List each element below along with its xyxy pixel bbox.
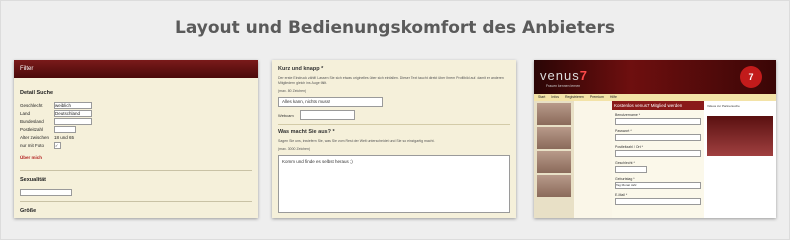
email-input[interactable]	[615, 198, 701, 205]
screenshot-filter: Filter Detail Suche Geschlecht weiblich L…	[14, 60, 258, 218]
short-hint: Der erste Eindruck zählt! Lassen Sie sic…	[278, 76, 504, 85]
member-photos	[534, 101, 574, 218]
gender-select[interactable]	[615, 166, 647, 173]
zip-input[interactable]	[54, 126, 76, 133]
gender-select[interactable]: weiblich	[54, 102, 92, 109]
nav-item[interactable]: Registrieren	[565, 94, 584, 101]
filter-row: Geschlecht weiblich	[20, 102, 252, 109]
short-title: Kurz und knapp *	[278, 66, 324, 72]
page-title: Layout und Bedienungskomfort des Anbiete…	[174, 18, 616, 38]
photo-checkbox[interactable]: ✓	[54, 142, 61, 149]
about-textarea[interactable]: Komm und finde es selbst heraus ;)	[278, 155, 510, 213]
location-input[interactable]	[615, 150, 701, 157]
state-select[interactable]	[54, 118, 92, 125]
password-input[interactable]	[615, 134, 701, 141]
about-hint: Sagen Sie uns, inwiefern Sie, was Sie vo…	[278, 139, 435, 143]
member-text-column	[574, 101, 612, 218]
venus7-logo[interactable]: venus7	[540, 68, 588, 83]
age-range[interactable]: 18 und 65	[54, 135, 74, 140]
webcam-label: Webcam	[278, 112, 294, 118]
filter-bar: Filter	[14, 60, 258, 78]
filter-row: Land Deutschland	[20, 110, 252, 117]
about-title: Was macht Sie aus? *	[278, 129, 335, 135]
site-nav: Start Infos Registrieren Premium Hilfe	[534, 94, 776, 101]
nav-item[interactable]: Premium	[590, 94, 604, 101]
tagline: Frauen kennen lernen	[546, 84, 581, 88]
signup-title: Kostenlos venus7 Mitglied werden	[612, 101, 704, 110]
username-input[interactable]	[615, 118, 701, 125]
screenshot-profile-text: Kurz und knapp * Der erste Eindruck zähl…	[272, 60, 516, 218]
member-photo[interactable]	[537, 175, 571, 197]
member-photo[interactable]	[537, 127, 571, 149]
screenshot-venus7: venus7 Frauen kennen lernen 7 Start Info…	[534, 60, 776, 218]
sexuality-title: Sexualität	[20, 177, 46, 183]
filter-row: Bundesland	[20, 118, 252, 125]
nav-item[interactable]: Infos	[551, 94, 559, 101]
about-limit: (max. 3000 Zeichen)	[278, 147, 311, 151]
sidebar-right: Videos zur Partnersuche	[704, 101, 776, 218]
filter-row: nur mit Foto ✓	[20, 142, 252, 149]
short-input[interactable]: Alles kann, nichts muss!	[278, 97, 383, 107]
site-banner: venus7 Frauen kennen lernen 7	[534, 60, 776, 94]
apple-icon: 7	[740, 66, 762, 88]
nav-item[interactable]: Hilfe	[610, 94, 617, 101]
webcam-select[interactable]	[299, 110, 355, 120]
nav-item[interactable]: Start	[538, 94, 545, 101]
signup-form: Kostenlos venus7 Mitglied werden Benutze…	[612, 101, 704, 218]
filter-row: Postleitzahl	[20, 126, 252, 133]
height-title: Größe	[20, 208, 37, 214]
birthday-select[interactable]: Tag Monat Jahr	[615, 182, 701, 189]
member-photo[interactable]	[537, 103, 571, 125]
member-photo[interactable]	[537, 151, 571, 173]
filter-row: Alter zwischen 18 und 65	[20, 135, 75, 140]
country-select[interactable]: Deutschland	[54, 110, 92, 117]
sexuality-select[interactable]	[20, 189, 72, 196]
about-link[interactable]: Über mich	[20, 155, 252, 160]
video-thumbnail[interactable]	[707, 116, 773, 156]
detail-search-title: Detail Suche	[20, 90, 54, 96]
short-limit: (max. 80 Zeichen)	[278, 89, 307, 93]
